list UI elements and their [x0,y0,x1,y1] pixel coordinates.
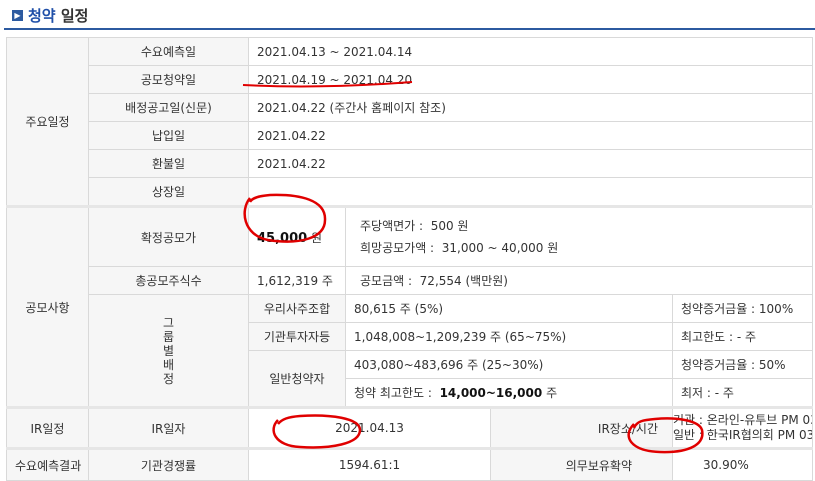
par-label: 주당액면가 : [360,219,424,233]
ir-date-value: 2021.04.13 [248,406,491,449]
retail-limit-label: 청약 최고한도 : [354,386,432,400]
page-title: 청약 일정 [28,7,89,25]
total-amount-label: 공모금액 : [360,274,413,288]
ir-place-line2: 일반 : 한국IR협의회 PM 03:10 [673,428,812,442]
ipo-schedule-table: 주요일정 수요예측일 2021.04.13 ~ 2021.04.14 공모청약일… [6,37,814,481]
table-row: 그 룹 별 배 정 우리사주조합 80,615 주 (5%) 청약증거금율 : … [7,294,814,408]
employee-label: 우리사주조합 [248,294,346,323]
row-value: 2021.04.13 ~ 2021.04.14 [247,37,814,66]
ir-place-line1: 기관 : 온라인-유투브 PM 03:10 [673,413,812,427]
table-row: 공모청약일 2021.04.19 ~ 2021.04.20 [7,65,814,94]
row-value: 2021.04.19 ~ 2021.04.20 [247,65,814,94]
hope-label: 희망공모가액 : [360,241,435,255]
total-amount: 공모금액 : 72,554 (백만원) [344,266,814,295]
comp-value: 1594.61:1 [248,447,491,481]
retail-label: 일반청약자 [248,350,346,408]
group-label-char: 그 [162,315,175,330]
row-label: 상장일 [88,177,249,207]
confirmed-price: 45,000 원 [248,205,346,267]
section-label-ir: IR일정 [6,406,89,449]
table-row: 배정공고일(신문) 2021.04.22 (주간사 홈페이지 참조) [7,93,814,122]
table-row: 납입일 2021.04.22 [7,121,814,150]
row-label: 환불일 [88,149,249,178]
price-detail: 주당액면가 : 500 원 희망공모가액 : 31,000 ~ 40,000 원 [344,205,814,267]
row-value: 2021.04.22 (주간사 홈페이지 참조) [247,93,814,122]
retail-limit: 청약 최고한도 : 14,000~16,000 주 [345,378,673,408]
retail-limit-unit: 주 [546,386,558,400]
section-label-schedule: 주요일정 [6,37,89,207]
confirmed-price-value: 45,000 [257,230,308,246]
table-row: 환불일 2021.04.22 [7,149,814,178]
table-row: IR일정 IR일자 2021.04.13 IR장소/시간 기관 : 온라인-유투… [6,406,814,449]
table-row: 수요예측결과 기관경쟁률 1594.61:1 의무보유확약 30.90% [6,447,814,481]
section-label-result: 수요예측결과 [6,447,89,481]
row-value: 2021.04.22 [247,121,814,150]
group-label-char: 배 [162,357,175,372]
par-value: 500 원 [430,219,469,233]
section-label-offering: 공모사항 [6,205,89,408]
retail-value: 403,080~483,696 주 (25~30%) [345,350,673,379]
hope-value: 31,000 ~ 40,000 원 [441,241,559,255]
table-row: 총공모주식수 1,612,319 주 공모금액 : 72,554 (백만원) [7,266,814,295]
row-label: 공모청약일 [88,65,249,94]
header-underline [4,28,815,30]
retail-min: 최저 : - 주 [671,378,814,408]
ir-date-label: IR일자 [88,406,249,449]
confirmed-price-unit: 원 [311,230,323,245]
inst-label: 기관투자자등 [248,322,346,351]
inst-value: 1,048,008~1,209,239 주 (65~75%) [345,322,673,351]
ir-place: 기관 : 온라인-유투브 PM 03:10 일반 : 한국IR협의회 PM 03… [671,406,814,449]
inst-extra: 최고한도 : - 주 [671,322,814,351]
group-label-char: 별 [162,343,175,358]
row-label: 납입일 [88,121,249,150]
row-value: 2021.04.22 [247,149,814,178]
comp-label: 기관경쟁률 [88,447,249,481]
retail-limit-value: 14,000~16,000 [439,386,543,400]
ir-place-label: IR장소/시간 [490,406,673,449]
lockup-value: 30.90% [671,447,814,481]
arrow-right-icon: ▶ [12,10,23,21]
employee-extra: 청약증거금율 : 100% [671,294,814,323]
row-label: 수요예측일 [88,37,249,66]
group-allocation-label: 그 룹 별 배 정 [88,294,249,408]
employee-value: 80,615 주 (5%) [345,294,673,323]
row-value [247,177,814,207]
group-label-char: 정 [162,371,175,386]
page-header: ▶ 청약 일정 [0,0,815,30]
row-label: 배정공고일(신문) [88,93,249,122]
group-label-char: 룹 [162,329,175,344]
total-shares-value: 1,612,319 주 [248,266,346,295]
table-row: 공모사항 확정공모가 45,000 원 주당액면가 : 500 원 희망공모가액… [6,205,814,408]
confirmed-price-label: 확정공모가 [88,205,249,267]
table-row: 주요일정 수요예측일 2021.04.13 ~ 2021.04.14 [6,37,814,207]
lockup-label: 의무보유확약 [490,447,673,481]
total-shares-label: 총공모주식수 [88,266,249,295]
total-amount-value: 72,554 (백만원) [419,274,508,288]
table-row: 상장일 [7,177,814,207]
retail-extra: 청약증거금율 : 50% [671,350,814,379]
